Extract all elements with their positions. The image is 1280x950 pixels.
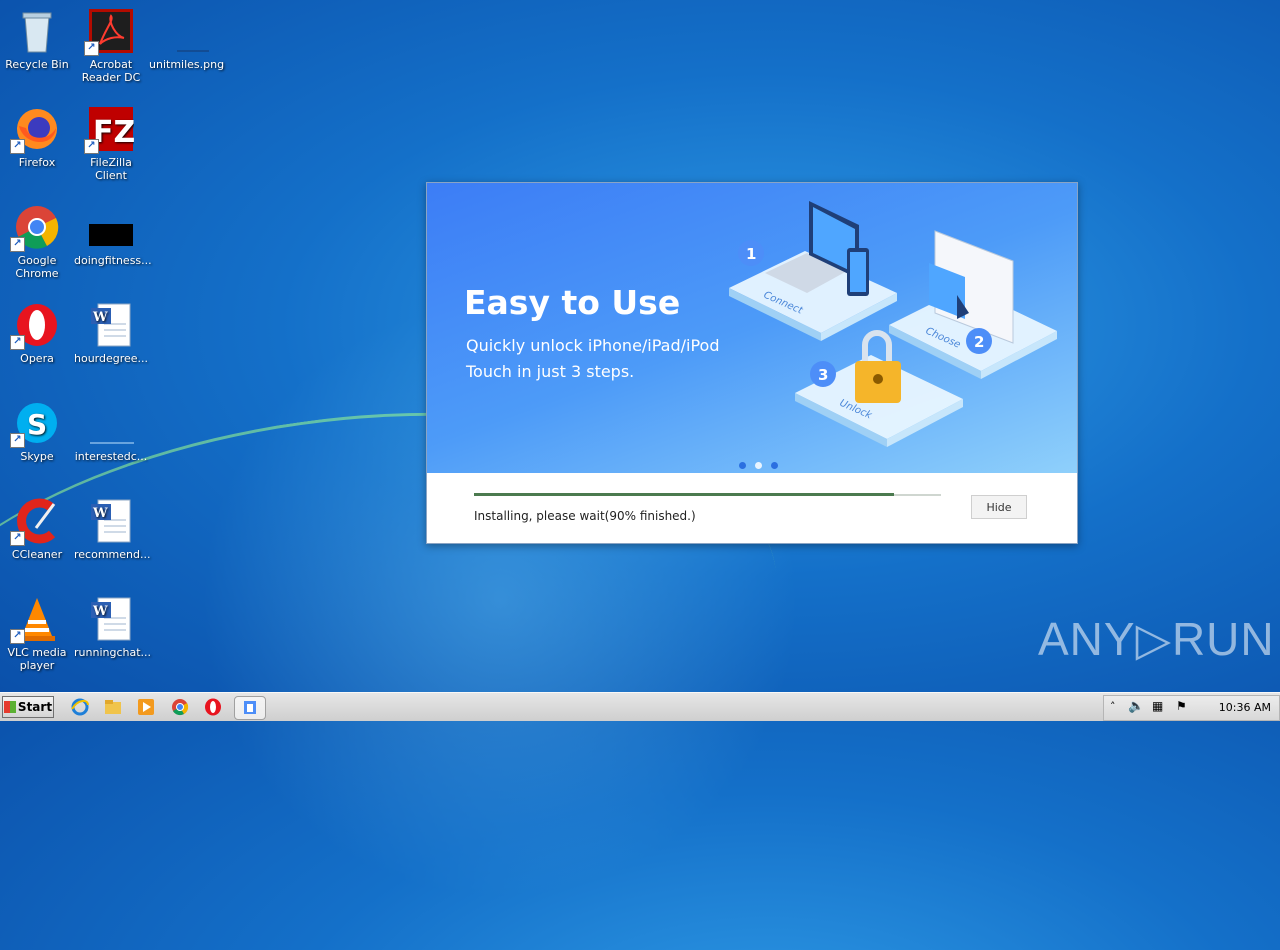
shortcut-arrow-icon: ↗ bbox=[10, 139, 25, 154]
desktop-icon-runningchat[interactable]: W runningchat... bbox=[74, 596, 152, 659]
desktop-icon-opera[interactable]: ↗ Opera bbox=[0, 302, 74, 365]
image-file-icon bbox=[88, 400, 148, 446]
icon-label: CCleaner bbox=[11, 548, 63, 561]
word-document-icon: W bbox=[88, 596, 134, 642]
svg-text:W: W bbox=[92, 310, 108, 325]
desktop-icon-recycle-bin[interactable]: Recycle Bin bbox=[0, 8, 74, 71]
install-progress-bar bbox=[474, 493, 941, 496]
icon-label: VLC media player bbox=[7, 646, 67, 672]
icon-label: Opera bbox=[20, 352, 54, 365]
opera-taskbar-icon[interactable] bbox=[203, 697, 223, 717]
desktop-icon-skype[interactable]: S ↗ Skype bbox=[0, 400, 74, 463]
icon-label: Skype bbox=[20, 450, 54, 463]
step-connect-platform: 1 Connect bbox=[729, 201, 897, 341]
shortcut-arrow-icon: ↗ bbox=[84, 41, 99, 56]
icon-label: FileZilla Client bbox=[90, 156, 132, 182]
volume-icon[interactable]: 🔈 bbox=[1128, 699, 1144, 714]
tray-expand-icon[interactable]: ˄ bbox=[1110, 700, 1116, 713]
network-icon[interactable]: ▦ bbox=[1152, 699, 1163, 713]
icon-label: interestedc... bbox=[74, 450, 148, 463]
skype-icon: S ↗ bbox=[10, 400, 60, 448]
carousel-dots bbox=[739, 454, 787, 473]
image-thumbnail-icon bbox=[88, 204, 134, 250]
svg-text:S: S bbox=[27, 408, 47, 441]
desktop-icon-filezilla[interactable]: FZ ↗ FileZilla Client bbox=[74, 106, 148, 182]
anyrun-watermark: ANY▷RUN bbox=[1038, 613, 1275, 665]
start-button[interactable]: Start bbox=[2, 696, 54, 718]
start-label: Start bbox=[17, 700, 53, 714]
icon-label: hourdegree... bbox=[74, 352, 149, 365]
icon-label: Firefox bbox=[18, 156, 56, 169]
chrome-icon: ↗ bbox=[10, 204, 60, 252]
desktop-icon-ccleaner[interactable]: ↗ CCleaner bbox=[0, 498, 74, 561]
windows-logo-icon bbox=[3, 701, 16, 713]
step-2-number: 2 bbox=[974, 333, 984, 351]
shortcut-arrow-icon: ↗ bbox=[10, 531, 25, 546]
icon-label: recommend... bbox=[74, 548, 151, 561]
clock[interactable]: 10:36 AM bbox=[1219, 701, 1271, 714]
opera-icon: ↗ bbox=[10, 302, 60, 350]
installer-taskbar-button[interactable] bbox=[234, 696, 266, 720]
recycle-bin-icon bbox=[14, 8, 60, 54]
word-document-icon: W bbox=[88, 302, 134, 348]
internet-explorer-icon[interactable] bbox=[70, 697, 90, 717]
filezilla-icon: FZ ↗ bbox=[84, 106, 135, 154]
image-file-icon bbox=[163, 8, 223, 54]
carousel-dot-1[interactable] bbox=[739, 462, 746, 469]
install-status-text: Installing, please wait(90% finished.) bbox=[474, 509, 696, 523]
chrome-taskbar-icon[interactable] bbox=[170, 697, 190, 717]
step-3-number: 3 bbox=[818, 366, 828, 384]
svg-text:W: W bbox=[92, 604, 108, 619]
step-choose-platform: 2 Choose bbox=[889, 230, 1057, 379]
shortcut-arrow-icon: ↗ bbox=[10, 237, 25, 252]
desktop-icon-chrome[interactable]: ↗ Google Chrome bbox=[0, 204, 74, 280]
installer-banner: Easy to Use Quickly unlock iPhone/iPad/i… bbox=[427, 183, 1077, 473]
desktop-icon-interestedc[interactable]: interestedc... bbox=[74, 400, 148, 463]
shortcut-arrow-icon: ↗ bbox=[84, 139, 99, 154]
step-1-number: 1 bbox=[746, 245, 756, 263]
svg-text:W: W bbox=[92, 506, 108, 521]
icon-label: Acrobat Reader DC bbox=[81, 58, 141, 84]
vlc-cone-icon: ↗ bbox=[10, 596, 60, 644]
desktop-icon-recommend[interactable]: W recommend... bbox=[74, 498, 151, 561]
ccleaner-icon: ↗ bbox=[10, 498, 60, 546]
steps-illustration: 1 Connect 2 Choose 3 Unlock bbox=[729, 201, 1057, 447]
shortcut-arrow-icon: ↗ bbox=[10, 335, 25, 350]
carousel-dot-3[interactable] bbox=[771, 462, 778, 469]
taskbar: Start ˄ 🔈 ▦ ⚑ 10:36 AM bbox=[0, 692, 1280, 721]
shortcut-arrow-icon: ↗ bbox=[10, 433, 25, 448]
firefox-icon: ↗ bbox=[10, 106, 60, 154]
desktop-icon-doingfitness[interactable]: doingfitness... bbox=[74, 204, 152, 267]
desktop-icon-unitmiles[interactable]: unitmiles.png bbox=[149, 8, 225, 71]
desktop-icon-acrobat[interactable]: ↗ Acrobat Reader DC bbox=[74, 8, 148, 84]
icon-label: unitmiles.png bbox=[149, 58, 225, 71]
svg-text:FZ: FZ bbox=[93, 115, 134, 150]
desktop-icon-vlc[interactable]: ↗ VLC media player bbox=[0, 596, 74, 672]
desktop-icon-hourdegree[interactable]: W hourdegree... bbox=[74, 302, 148, 365]
icon-label: Google Chrome bbox=[15, 254, 59, 280]
file-explorer-icon[interactable] bbox=[103, 697, 123, 717]
shortcut-arrow-icon: ↗ bbox=[10, 629, 25, 644]
word-document-icon: W bbox=[88, 498, 134, 544]
system-tray: ˄ 🔈 ▦ ⚑ 10:36 AM bbox=[1103, 695, 1280, 721]
hide-button[interactable]: Hide bbox=[971, 495, 1027, 519]
carousel-dot-2[interactable] bbox=[755, 462, 762, 469]
action-center-flag-icon[interactable]: ⚑ bbox=[1176, 699, 1187, 713]
desktop-icon-firefox[interactable]: ↗ Firefox bbox=[0, 106, 74, 169]
media-player-icon[interactable] bbox=[136, 697, 156, 717]
acrobat-icon: ↗ bbox=[84, 8, 134, 56]
icon-label: runningchat... bbox=[74, 646, 152, 659]
icon-label: doingfitness... bbox=[74, 254, 152, 267]
banner-title: Easy to Use bbox=[464, 283, 681, 322]
icon-label: Recycle Bin bbox=[5, 58, 69, 71]
installer-window: Easy to Use Quickly unlock iPhone/iPad/i… bbox=[426, 182, 1078, 544]
install-progress-fill bbox=[474, 493, 895, 496]
